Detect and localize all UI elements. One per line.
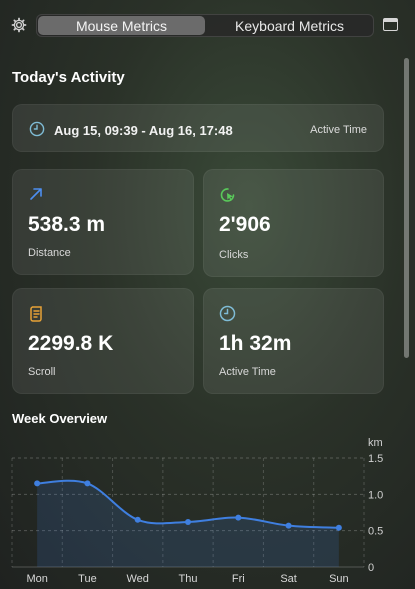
cursor-click-icon — [219, 186, 237, 209]
clock-icon — [219, 305, 236, 327]
active-time-range-label: Active Time — [310, 124, 367, 136]
week-overview-title: Week Overview — [12, 411, 108, 426]
tab-mouse-metrics[interactable]: Mouse Metrics — [38, 16, 205, 35]
week-overview-chart: 0 0.5 1.0 1.5 km Mon Tue Wed Thu Fri Sat Sun — [0, 430, 415, 589]
top-bar: Mouse Metrics Keyboard Metrics — [0, 0, 415, 52]
distance-label: Distance — [28, 247, 71, 259]
x-tick-label: Mon — [26, 573, 47, 585]
y-tick-label: 1.0 — [368, 489, 383, 501]
settings-gear-icon[interactable] — [11, 17, 27, 33]
y-tick-label: 0.5 — [368, 526, 383, 538]
clock-icon — [29, 121, 45, 142]
scroll-icon — [28, 305, 46, 328]
metrics-tab-switcher: Mouse Metrics Keyboard Metrics — [36, 14, 374, 37]
week-chart-svg: 0 0.5 1.0 1.5 km Mon Tue Wed Thu Fri Sat Sun — [11, 437, 383, 585]
active-time-label: Active Time — [219, 366, 276, 378]
data-point — [185, 518, 191, 525]
distance-value: 538.3 m — [28, 213, 106, 236]
clicks-value: 2'906 — [219, 213, 271, 236]
active-time-range-card: Aug 15, 09:39 - Aug 16, 17:48 Active Tim… — [12, 104, 384, 152]
tab-keyboard-metrics[interactable]: Keyboard Metrics — [206, 15, 373, 36]
x-tick-label: Sun — [329, 573, 349, 585]
scroll-label: Scroll — [28, 366, 56, 378]
data-point — [134, 516, 141, 523]
data-point — [285, 522, 292, 529]
distance-card: 538.3 m Distance — [12, 169, 194, 275]
window-toggle-icon[interactable] — [383, 18, 398, 31]
x-tick-label: Sat — [280, 573, 297, 585]
x-tick-label: Fri — [232, 573, 245, 585]
x-tick-label: Tue — [78, 573, 97, 585]
x-tick-label: Wed — [127, 573, 149, 585]
arrow-up-right-icon — [28, 186, 44, 207]
data-point — [235, 514, 242, 521]
scrollbar[interactable] — [404, 58, 409, 358]
scroll-card: 2299.8 K Scroll — [12, 288, 194, 394]
data-point — [34, 480, 41, 487]
active-time-card: 1h 32m Active Time — [203, 288, 384, 394]
y-tick-label: 1.5 — [368, 453, 383, 465]
scroll-value: 2299.8 K — [28, 332, 114, 355]
clicks-label: Clicks — [219, 249, 249, 261]
y-axis-unit-label: km — [368, 437, 383, 449]
clicks-card: 2'906 Clicks — [203, 169, 384, 277]
x-tick-label: Thu — [179, 573, 198, 585]
active-time-range: Aug 15, 09:39 - Aug 16, 17:48 — [54, 123, 233, 138]
data-point — [335, 524, 342, 531]
data-point — [84, 480, 91, 487]
today-activity-title: Today's Activity — [12, 69, 125, 86]
y-tick-label: 0 — [368, 562, 374, 574]
active-time-value: 1h 32m — [219, 332, 292, 355]
